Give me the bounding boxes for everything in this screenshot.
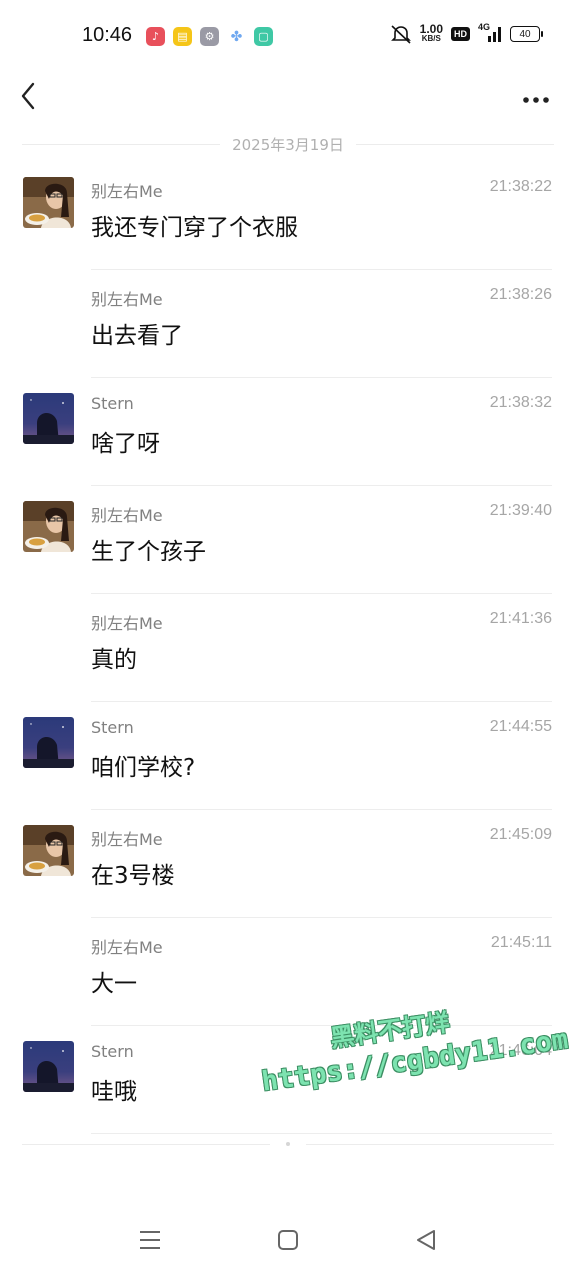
system-nav-bar: [0, 1200, 576, 1280]
message-text: 真的: [91, 647, 137, 673]
message-item[interactable]: Stern 21:44:55 咱们学校?: [0, 702, 576, 810]
chat-header: [0, 72, 576, 116]
message-time: 21:45:09: [489, 826, 552, 843]
chevron-left-icon: [21, 82, 35, 110]
message-text: 哇哦: [91, 1079, 137, 1105]
more-options-button[interactable]: [516, 78, 556, 110]
message-text: 出去看了: [91, 323, 183, 349]
status-bar: 10:46 ♪ ▤ ⚙ ✤ ▢ 1.00 KB/S HD 4G 40: [0, 0, 576, 72]
message-time: 21:38:26: [489, 286, 552, 303]
avatar-bie-zuo-you-me[interactable]: [23, 501, 74, 552]
list-end-divider: [22, 1140, 554, 1148]
message-list: 别左右Me 21:38:22 我还专门穿了个衣服 别左右Me 21:38:26 出去看了 S…: [0, 162, 576, 1134]
message-item[interactable]: 别左右Me 21:39:40 生了个孩子: [0, 486, 576, 594]
sender-name: 别左右Me: [91, 506, 163, 525]
avatar-stern[interactable]: [23, 393, 74, 444]
sender-name: Stern: [91, 394, 134, 413]
sender-name: 别左右Me: [91, 290, 163, 309]
nav-home-button[interactable]: [270, 1222, 306, 1258]
sender-name: Stern: [91, 718, 134, 737]
sender-name: 别左右Me: [91, 830, 163, 849]
avatar-stern[interactable]: [23, 717, 74, 768]
notification-icons: ♪ ▤ ⚙ ✤ ▢: [146, 27, 273, 46]
sender-name: 别左右Me: [91, 614, 163, 633]
sender-name: 别左右Me: [91, 938, 163, 957]
status-time: 10:46: [82, 24, 133, 46]
back-button[interactable]: [14, 76, 50, 112]
pinwheel-app-icon: ✤: [227, 27, 246, 46]
hd-badge: HD: [451, 27, 470, 41]
date-label: 2025年3月19日: [232, 135, 344, 154]
message-item[interactable]: 别左右Me 21:38:26 出去看了: [0, 270, 576, 378]
message-time: 21:46:04: [489, 1042, 552, 1059]
message-time: 21:45:11: [490, 934, 552, 951]
status-indicators: 1.00 KB/S HD 4G 40: [390, 22, 543, 44]
chat-app-icon: ▢: [254, 27, 273, 46]
message-text: 咱们学校?: [91, 755, 196, 781]
sender-name: Stern: [91, 1042, 134, 1061]
message-text: 在3号楼: [91, 863, 175, 889]
message-time: 21:38:22: [489, 178, 552, 195]
message-item[interactable]: 别左右Me 21:41:36 真的: [0, 594, 576, 702]
message-time: 21:44:55: [489, 718, 552, 735]
home-square-icon: [278, 1230, 298, 1250]
message-time: 21:39:40: [489, 502, 552, 519]
more-horizontal-icon: [523, 97, 549, 103]
avatar-stern[interactable]: [23, 1041, 74, 1092]
message-item[interactable]: 别左右Me 21:45:11 大一: [0, 918, 576, 1026]
message-item[interactable]: Stern 21:38:32 啥了呀: [0, 378, 576, 486]
music-app-icon: ♪: [146, 27, 165, 46]
notes-app-icon: ▤: [173, 27, 192, 46]
mute-bell-icon: [390, 25, 411, 44]
avatar-bie-zuo-you-me[interactable]: [23, 177, 74, 228]
message-item[interactable]: 别左右Me 21:38:22 我还专门穿了个衣服: [0, 162, 576, 270]
message-time: 21:38:32: [489, 394, 552, 411]
settings-app-icon: ⚙: [200, 27, 219, 46]
date-divider: 2025年3月19日: [22, 132, 554, 156]
nav-back-button[interactable]: [408, 1222, 444, 1258]
message-text: 我还专门穿了个衣服: [91, 215, 298, 241]
message-text: 啥了呀: [91, 431, 160, 457]
sender-name: 别左右Me: [91, 182, 163, 201]
message-separator: [91, 1133, 552, 1134]
network-speed: 1.00 KB/S: [419, 22, 443, 43]
battery-icon: 40: [510, 26, 543, 42]
message-text: 生了个孩子: [91, 539, 206, 565]
message-time: 21:41:36: [489, 610, 552, 627]
nav-menu-button[interactable]: [132, 1222, 168, 1258]
message-item[interactable]: Stern 21:46:04 哇哦: [0, 1026, 576, 1134]
message-item[interactable]: 别左右Me 21:45:09 在3号楼: [0, 810, 576, 918]
back-triangle-icon: [417, 1230, 435, 1250]
signal-icon: 4G: [478, 22, 502, 44]
menu-icon: [140, 1231, 160, 1249]
avatar-bie-zuo-you-me[interactable]: [23, 825, 74, 876]
message-text: 大一: [91, 971, 137, 997]
